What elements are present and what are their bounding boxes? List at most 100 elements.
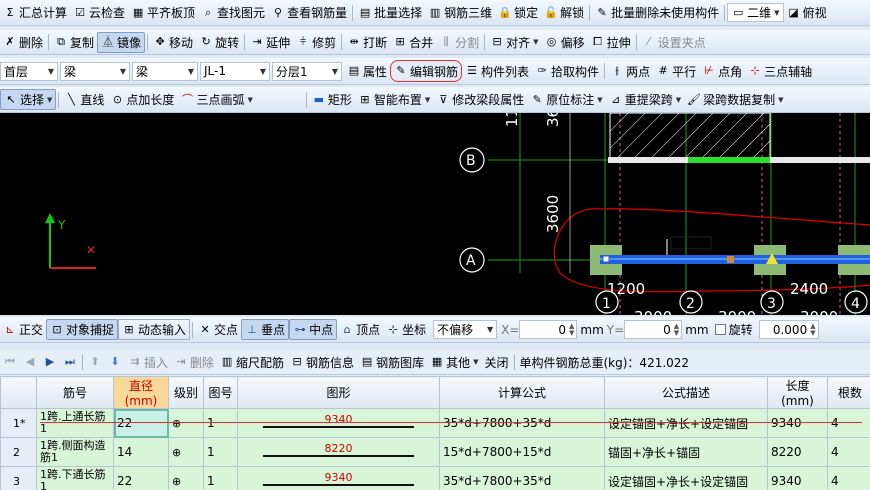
col-header-name[interactable]: 筋号 [36, 376, 114, 409]
last-record-button[interactable]: ⏭ [60, 350, 80, 374]
figure-cell[interactable]: 1 [203, 466, 238, 490]
in-situ-label-button[interactable]: ✎ 原位标注 ▼ [527, 87, 605, 112]
row-index[interactable]: 1* [0, 408, 37, 438]
rectangle-button[interactable]: ▬ 矩形 [309, 87, 355, 112]
split-button[interactable]: ⫼ 分割 [436, 30, 482, 54]
shape-cell[interactable]: 9340 [237, 408, 440, 438]
shape-cell[interactable]: 8220 [237, 437, 440, 467]
spinner-icon[interactable]: ▲ ▼ [569, 322, 574, 337]
intersection-snap[interactable]: ✕ 交点 [195, 317, 241, 342]
figure-cell[interactable]: 1 [203, 437, 238, 467]
formula-cell[interactable]: 35*d+7800+35*d [439, 466, 605, 490]
row-index[interactable]: 2 [0, 437, 37, 467]
figure-cell[interactable]: 1 [203, 408, 238, 438]
length-cell[interactable]: 8220 [767, 437, 828, 467]
first-record-button[interactable]: ⏮ [0, 350, 20, 374]
floor-select[interactable]: 首层 ▼ [0, 61, 58, 81]
point-angle-button[interactable]: ⊬ 点角 [699, 58, 745, 84]
three-point-arc-button[interactable]: ⌒ 三点画弧 ▼ [177, 87, 255, 112]
batch-delete-button[interactable]: ✎ 批量删除未使用构件 [592, 0, 722, 25]
insert-button[interactable]: ⇉ 插入 [125, 350, 171, 374]
grade-cell[interactable]: ⊕ [168, 437, 204, 467]
other-menu-button[interactable]: ▦ 其他 ▼ [427, 350, 481, 374]
description-cell[interactable]: 设定锚固+净长+设定锚固 [604, 408, 768, 438]
break-button[interactable]: ⇹ 打断 [344, 30, 390, 54]
count-cell[interactable]: 4 [827, 437, 870, 467]
length-cell[interactable]: 9340 [767, 408, 828, 438]
category-select[interactable]: 梁 ▼ [60, 61, 130, 81]
layer-select[interactable]: 分层1 ▼ [272, 61, 342, 81]
diameter-cell[interactable]: 22 [113, 466, 169, 490]
component-select[interactable]: JL-1 ▼ [200, 61, 270, 81]
row-index[interactable]: 3 [0, 466, 37, 490]
mirror-button[interactable]: ⏅ 镜像 [97, 31, 146, 53]
description-cell[interactable]: 设定锚固+净长+设定锚固 [604, 466, 768, 490]
col-header-formula[interactable]: 计算公式 [439, 376, 605, 409]
move-down-button[interactable]: ⬇ [105, 350, 125, 374]
delete-row-button[interactable]: ⇥ 删除 [171, 350, 217, 374]
drawing-canvas[interactable]: Y ✕ B A 3600 11 36 1200 2400 1 2 3 4 [0, 113, 870, 315]
rotate-angle-input[interactable]: 0.000 ▲ ▼ [758, 320, 819, 339]
set-grip-button[interactable]: ⁄ 设置夹点 [639, 30, 709, 54]
count-cell[interactable]: 4 [827, 466, 870, 490]
count-cell[interactable]: 4 [827, 408, 870, 438]
re-extract-span-button[interactable]: ⊿ 重提梁跨 ▼ [606, 87, 684, 112]
edit-rebar-button[interactable]: ✎ 编辑钢筋 [390, 60, 463, 82]
three-point-axis-button[interactable]: ⊹ 三点辅轴 [745, 58, 815, 84]
view-mode-dropdown[interactable]: ▭ 二维 ▼ [727, 3, 784, 22]
perpendicular-snap[interactable]: ⊥ 垂点 [241, 319, 290, 340]
rebar-3d-button[interactable]: ▥ 钢筋三维 [425, 0, 495, 25]
spinner-icon[interactable]: ▲ ▼ [810, 322, 815, 337]
offset-button[interactable]: ◎ 偏移 [542, 30, 588, 54]
col-header-grade[interactable]: 级别 [168, 376, 204, 409]
x-coordinate-input[interactable]: 0 ▲ ▼ [519, 320, 578, 339]
col-header-figure[interactable]: 图号 [203, 376, 238, 409]
flat-slab-button[interactable]: ▦ 平齐板顶 [128, 0, 198, 25]
y-coordinate-input[interactable]: 0 ▲ ▼ [624, 320, 683, 339]
beam-endpoint[interactable] [602, 255, 610, 263]
formula-cell[interactable]: 35*d+7800+35*d [439, 408, 605, 438]
batch-select-button[interactable]: ▤ 批量选择 [355, 0, 425, 25]
table-row[interactable]: 2 1跨.侧面构造筋1 14 ⊕ 1 8220 15*d+7800+15*d 锚… [0, 437, 870, 467]
diameter-cell[interactable]: 14 [113, 437, 169, 467]
diameter-cell[interactable]: 22 [113, 408, 169, 438]
rebar-name-cell[interactable]: 1跨.上通长筋1 [36, 408, 114, 438]
rotate-button[interactable]: ↻ 旋转 [196, 30, 242, 54]
vertex-snap[interactable]: ⌂ 顶点 [337, 317, 383, 342]
midpoint-snap[interactable]: ⊶ 中点 [289, 319, 338, 340]
top-view-button[interactable]: ◪ 俯视 [784, 0, 830, 25]
rebar-info-button[interactable]: ⊟ 钢筋信息 [287, 350, 357, 374]
merge-button[interactable]: ⊞ 合并 [390, 30, 436, 54]
col-header-diameter[interactable]: 直径(mm) [113, 376, 169, 409]
close-button[interactable]: 关闭 [481, 350, 511, 374]
col-header-shape[interactable]: 图形 [237, 376, 440, 409]
dynamic-input-toggle[interactable]: ⊞ 动态输入 [118, 319, 191, 340]
shape-cell[interactable]: 9340 [237, 466, 440, 490]
align-button[interactable]: ⊟ 对齐 ▼ [487, 30, 541, 54]
prev-record-button[interactable]: ◀ [20, 350, 40, 374]
formula-cell[interactable]: 15*d+7800+15*d [439, 437, 605, 467]
smart-layout-button[interactable]: ⊞ 智能布置 ▼ [355, 87, 433, 112]
binoculars-button[interactable]: ⌕ 查找图元 [198, 0, 268, 25]
col-header-description[interactable]: 公式描述 [604, 376, 768, 409]
rebar-name-cell[interactable]: 1跨.侧面构造筋1 [36, 437, 114, 467]
table-row[interactable]: 1* 1跨.上通长筋1 22 ⊕ 1 9340 35*d+7800+35*d 设… [0, 408, 870, 438]
type-select[interactable]: 梁 ▼ [132, 61, 198, 81]
table-row[interactable]: 3 1跨.下通长筋1 22 ⊕ 1 9340 35*d+7800+35*d 设定… [0, 466, 870, 490]
sigma-button[interactable]: Σ 汇总计算 [0, 0, 70, 25]
copy-button[interactable]: ⧉ 复制 [51, 30, 97, 54]
rotate-checkbox[interactable] [714, 324, 726, 335]
scale-rebar-button[interactable]: ▥ 缩尺配筋 [217, 350, 287, 374]
rebar-qty-button[interactable]: ⚲ 查看钢筋量 [268, 0, 350, 25]
col-header-count[interactable]: 根数 [827, 376, 870, 409]
col-header-length[interactable]: 长度(mm) [767, 376, 828, 409]
length-cell[interactable]: 9340 [767, 466, 828, 490]
offset-mode-select[interactable]: 不偏移 ▼ [433, 320, 498, 339]
rebar-name-cell[interactable]: 1跨.下通长筋1 [36, 466, 114, 490]
rebar-library-button[interactable]: ▤ 钢筋图库 [357, 350, 427, 374]
grade-cell[interactable]: ⊕ [168, 408, 204, 438]
line-button[interactable]: ╲ 直线 [61, 87, 107, 112]
pick-component-button[interactable]: ✑ 拾取构件 [532, 58, 602, 84]
grade-cell[interactable]: ⊕ [168, 466, 204, 490]
ortho-toggle[interactable]: ⊾ 正交 [0, 317, 46, 342]
